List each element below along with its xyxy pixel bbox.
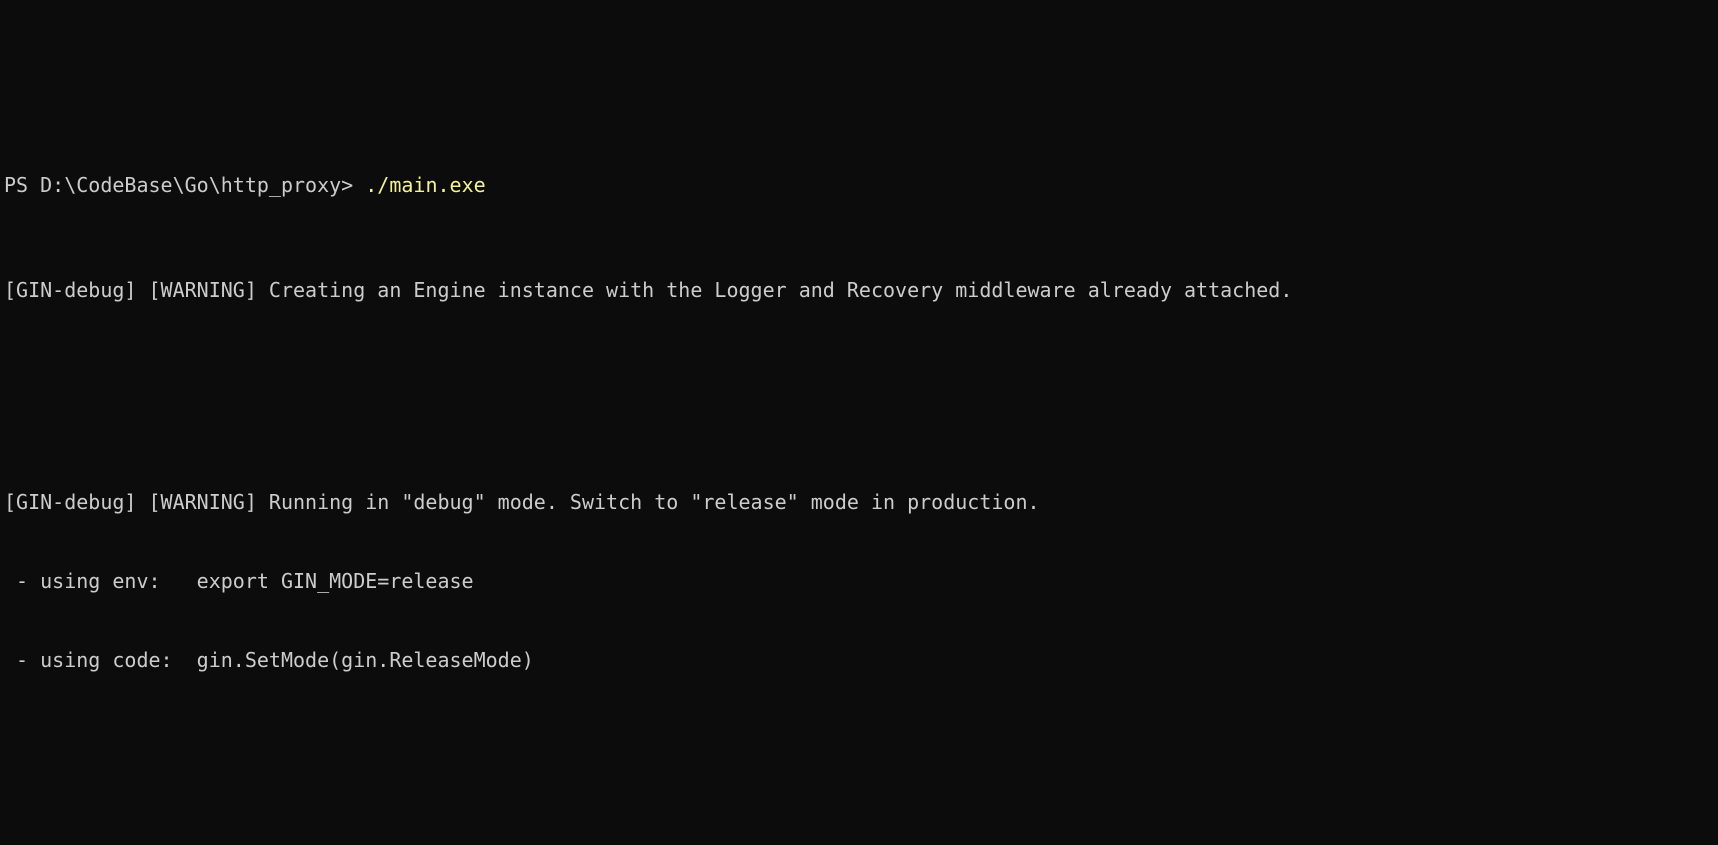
log-text: - using code: gin.SetMode(gin.ReleaseMod…	[4, 648, 534, 673]
log-line-debug-mode-warning: [GIN-debug] [WARNING] Running in "debug"…	[0, 489, 1718, 515]
command-text: ./main.exe	[365, 172, 486, 197]
log-line-using-code: - using code: gin.SetMode(gin.ReleaseMod…	[0, 647, 1718, 673]
terminal-window[interactable]: PS D:\CodeBase\Go\http_proxy> ./main.exe…	[0, 0, 1718, 845]
log-text: - using env: export GIN_MODE=release	[4, 568, 474, 593]
clipped-scrollback-line	[0, 66, 1718, 92]
log-line-using-env: - using env: export GIN_MODE=release	[0, 568, 1718, 594]
log-text: [GIN-debug] [WARNING] Creating an Engine…	[4, 278, 1293, 303]
prompt-line-command[interactable]: PS D:\CodeBase\Go\http_proxy> ./main.exe	[0, 172, 1718, 198]
terminal-output[interactable]: PS D:\CodeBase\Go\http_proxy> ./main.exe…	[0, 0, 1718, 845]
log-line-engine-warning: [GIN-debug] [WARNING] Creating an Engine…	[0, 277, 1718, 303]
log-text: [GIN-debug] [WARNING] Running in "debug"…	[4, 489, 1040, 514]
prompt-path: PS D:\CodeBase\Go\http_proxy>	[4, 172, 366, 197]
clipped-text	[4, 67, 919, 91]
